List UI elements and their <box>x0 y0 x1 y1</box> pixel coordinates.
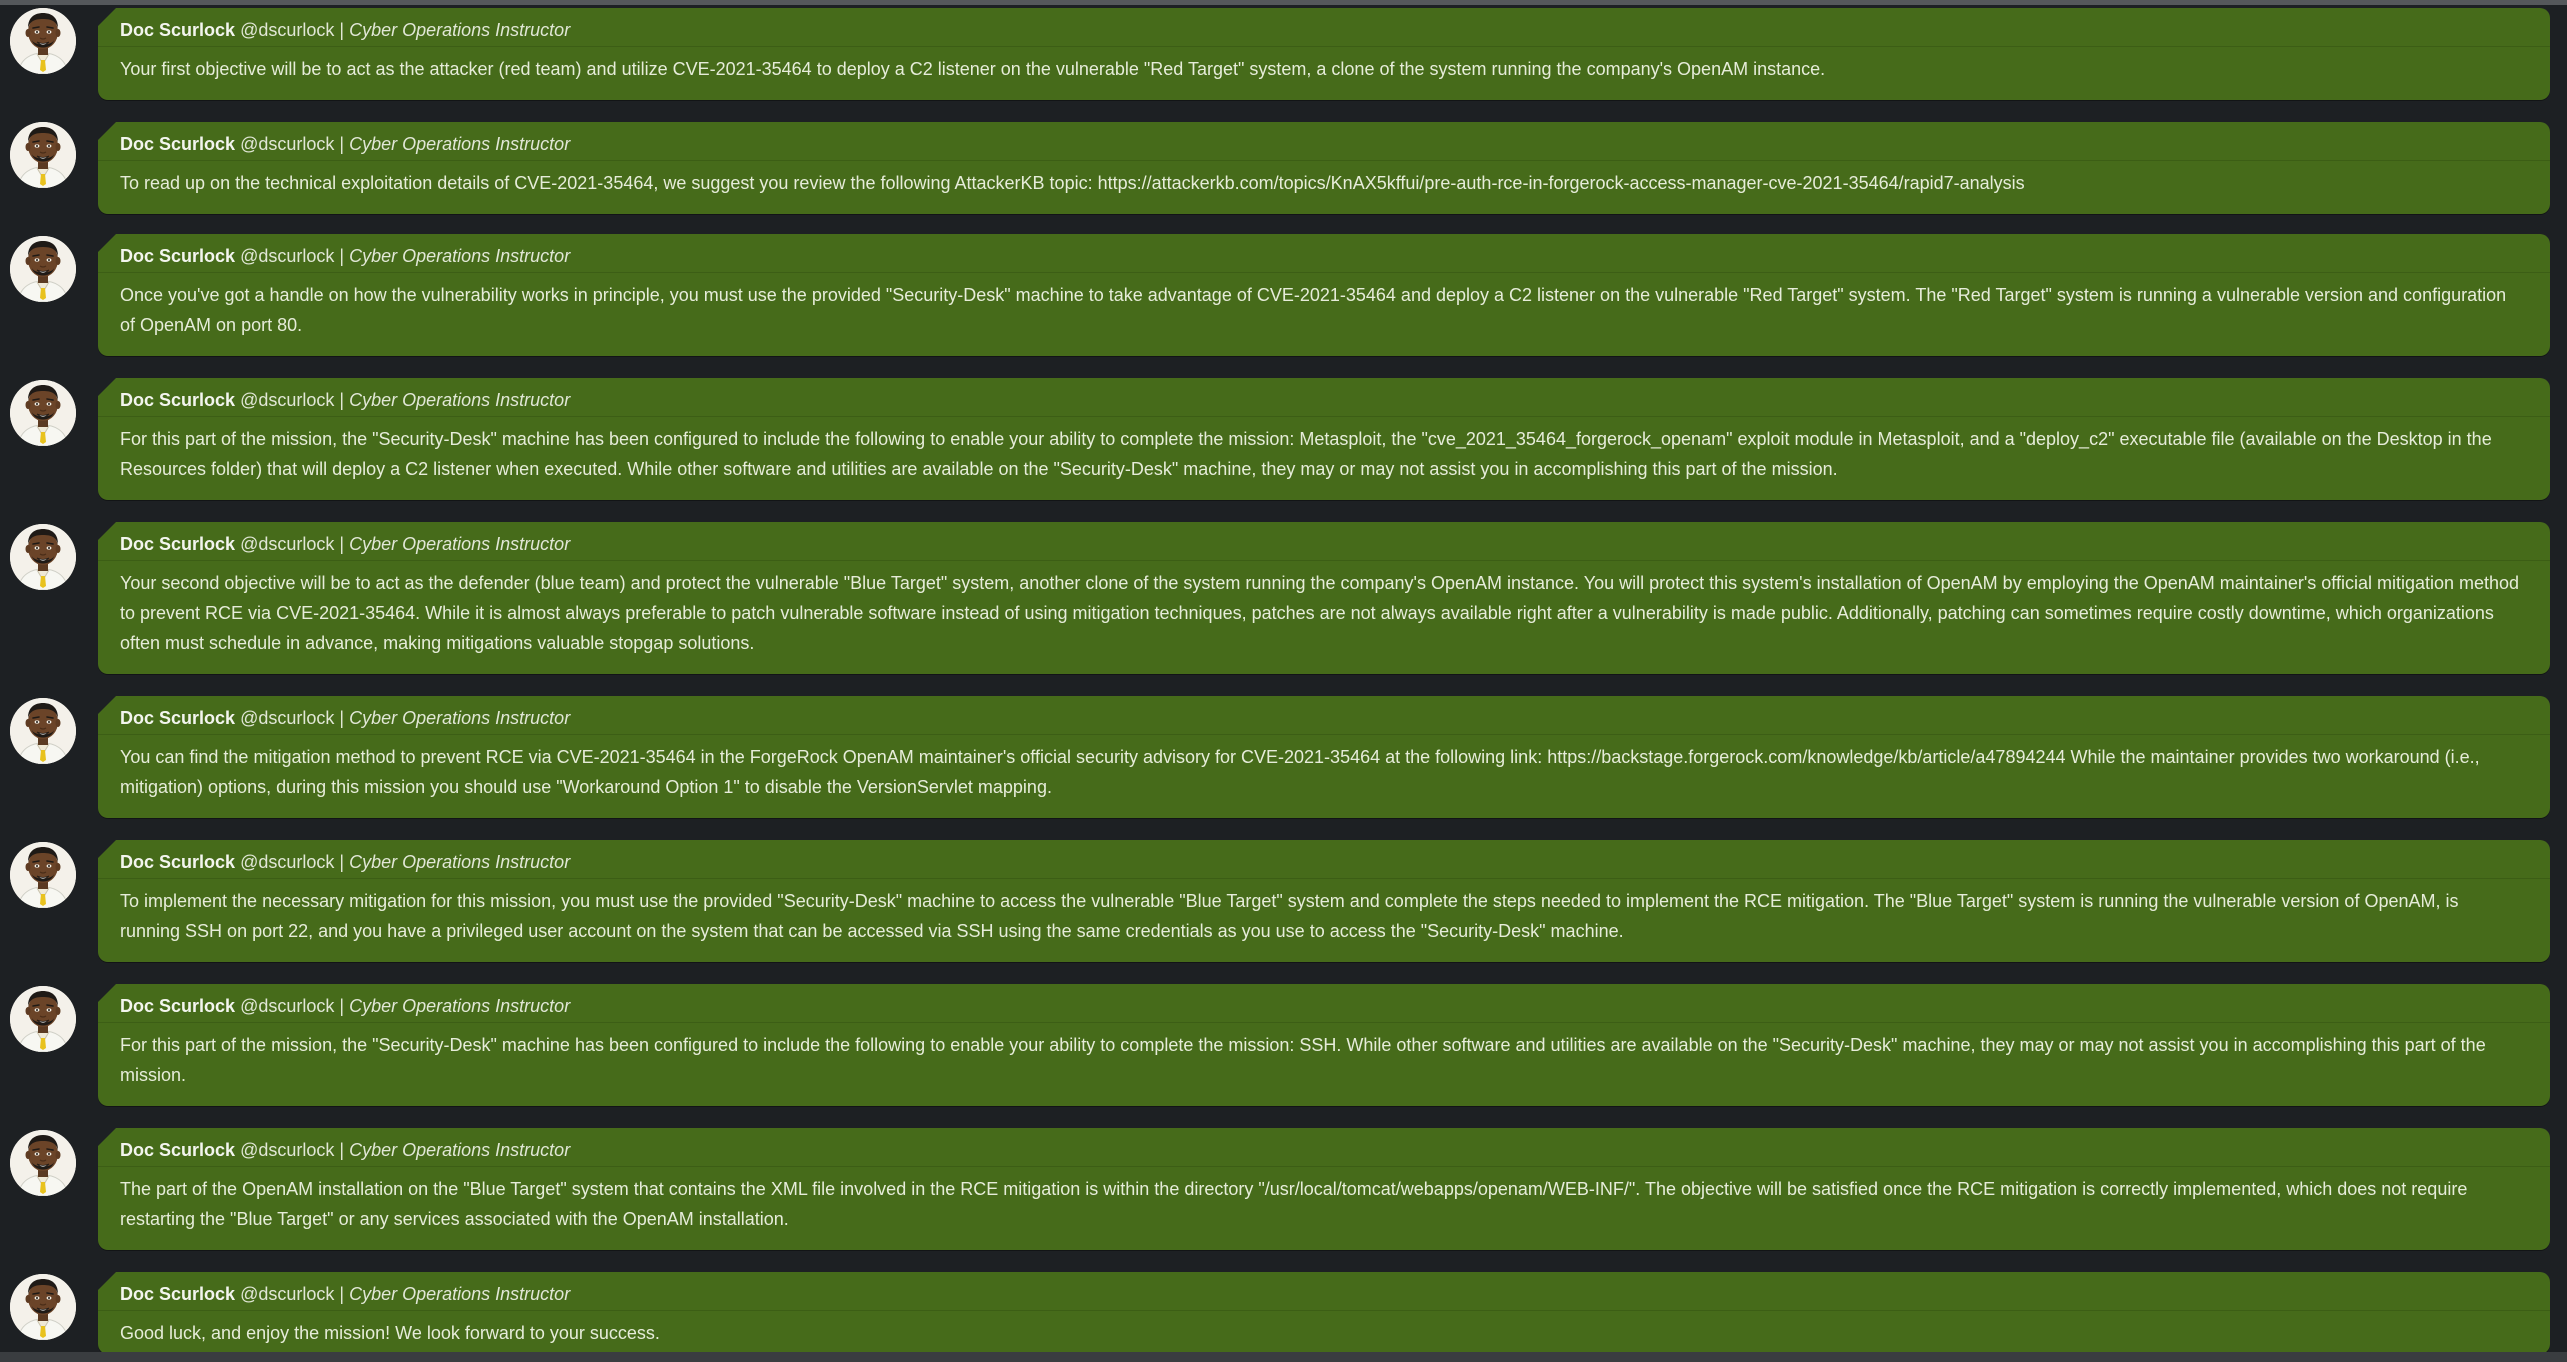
message-text: To read up on the technical exploitation… <box>120 173 2025 193</box>
message-bubble: Doc Scurlock @dscurlock | Cyber Operatio… <box>98 522 2550 674</box>
author-role: Cyber Operations Instructor <box>349 390 571 410</box>
header-separator: | <box>339 1284 345 1304</box>
header-divider <box>98 46 2550 47</box>
message-text: You can find the mitigation method to pr… <box>120 747 2480 797</box>
avatar[interactable] <box>10 380 76 446</box>
message-header: Doc Scurlock @dscurlock | Cyber Operatio… <box>120 388 570 412</box>
header-separator: | <box>339 534 345 554</box>
message-text: To implement the necessary mitigation fo… <box>120 891 2459 941</box>
author-handle[interactable]: @dscurlock <box>240 20 334 40</box>
message-header: Doc Scurlock @dscurlock | Cyber Operatio… <box>120 1138 570 1162</box>
author-handle[interactable]: @dscurlock <box>240 1284 334 1304</box>
author-role: Cyber Operations Instructor <box>349 246 571 266</box>
author-name[interactable]: Doc Scurlock <box>120 996 235 1016</box>
header-separator: | <box>339 20 345 40</box>
header-divider <box>98 734 2550 735</box>
avatar[interactable] <box>10 1130 76 1196</box>
message-bubble: Doc Scurlock @dscurlock | Cyber Operatio… <box>98 840 2550 962</box>
author-name[interactable]: Doc Scurlock <box>120 20 235 40</box>
avatar[interactable] <box>10 842 76 908</box>
author-name[interactable]: Doc Scurlock <box>120 852 235 872</box>
author-role: Cyber Operations Instructor <box>349 996 571 1016</box>
chat-feed[interactable]: Doc Scurlock @dscurlock | Cyber Operatio… <box>0 0 2567 1362</box>
message-header: Doc Scurlock @dscurlock | Cyber Operatio… <box>120 244 570 268</box>
author-role: Cyber Operations Instructor <box>349 134 571 154</box>
message-text: The part of the OpenAM installation on t… <box>120 1179 2468 1229</box>
message-text: Your second objective will be to act as … <box>120 573 2520 653</box>
message-bubble: Doc Scurlock @dscurlock | Cyber Operatio… <box>98 234 2550 356</box>
message-text: For this part of the mission, the "Secur… <box>120 429 2492 479</box>
header-separator: | <box>339 134 345 154</box>
author-role: Cyber Operations Instructor <box>349 20 571 40</box>
header-separator: | <box>339 852 345 872</box>
author-handle[interactable]: @dscurlock <box>240 708 334 728</box>
header-separator: | <box>339 390 345 410</box>
header-divider <box>98 1022 2550 1023</box>
message-text: For this part of the mission, the "Secur… <box>120 1035 2486 1085</box>
header-separator: | <box>339 246 345 266</box>
author-name[interactable]: Doc Scurlock <box>120 1140 235 1160</box>
author-handle[interactable]: @dscurlock <box>240 246 334 266</box>
message-text: Once you've got a handle on how the vuln… <box>120 285 2507 335</box>
author-name[interactable]: Doc Scurlock <box>120 246 235 266</box>
avatar[interactable] <box>10 698 76 764</box>
message-header: Doc Scurlock @dscurlock | Cyber Operatio… <box>120 132 570 156</box>
header-divider <box>98 1166 2550 1167</box>
header-separator: | <box>339 996 345 1016</box>
message-text: Good luck, and enjoy the mission! We loo… <box>120 1323 660 1343</box>
message-header: Doc Scurlock @dscurlock | Cyber Operatio… <box>120 18 570 42</box>
author-name[interactable]: Doc Scurlock <box>120 1284 235 1304</box>
header-divider <box>98 416 2550 417</box>
header-divider <box>98 272 2550 273</box>
author-handle[interactable]: @dscurlock <box>240 134 334 154</box>
avatar[interactable] <box>10 986 76 1052</box>
message-header: Doc Scurlock @dscurlock | Cyber Operatio… <box>120 850 570 874</box>
message-header: Doc Scurlock @dscurlock | Cyber Operatio… <box>120 532 570 556</box>
message-bubble: Doc Scurlock @dscurlock | Cyber Operatio… <box>98 1128 2550 1250</box>
avatar[interactable] <box>10 524 76 590</box>
message-bubble: Doc Scurlock @dscurlock | Cyber Operatio… <box>98 984 2550 1106</box>
author-handle[interactable]: @dscurlock <box>240 1140 334 1160</box>
author-name[interactable]: Doc Scurlock <box>120 134 235 154</box>
author-role: Cyber Operations Instructor <box>349 852 571 872</box>
message-header: Doc Scurlock @dscurlock | Cyber Operatio… <box>120 994 570 1018</box>
author-handle[interactable]: @dscurlock <box>240 390 334 410</box>
message-bubble: Doc Scurlock @dscurlock | Cyber Operatio… <box>98 1272 2550 1354</box>
author-name[interactable]: Doc Scurlock <box>120 708 235 728</box>
avatar[interactable] <box>10 8 76 74</box>
header-divider <box>98 1310 2550 1311</box>
author-role: Cyber Operations Instructor <box>349 708 571 728</box>
message-header: Doc Scurlock @dscurlock | Cyber Operatio… <box>120 706 570 730</box>
author-role: Cyber Operations Instructor <box>349 1140 571 1160</box>
author-name[interactable]: Doc Scurlock <box>120 534 235 554</box>
author-role: Cyber Operations Instructor <box>349 534 571 554</box>
header-separator: | <box>339 1140 345 1160</box>
message-header: Doc Scurlock @dscurlock | Cyber Operatio… <box>120 1282 570 1306</box>
header-divider <box>98 560 2550 561</box>
author-handle[interactable]: @dscurlock <box>240 852 334 872</box>
header-divider <box>98 878 2550 879</box>
author-handle[interactable]: @dscurlock <box>240 534 334 554</box>
message-bubble: Doc Scurlock @dscurlock | Cyber Operatio… <box>98 696 2550 818</box>
avatar[interactable] <box>10 1274 76 1340</box>
avatar[interactable] <box>10 236 76 302</box>
header-separator: | <box>339 708 345 728</box>
author-role: Cyber Operations Instructor <box>349 1284 571 1304</box>
avatar[interactable] <box>10 122 76 188</box>
message-bubble: Doc Scurlock @dscurlock | Cyber Operatio… <box>98 122 2550 214</box>
author-name[interactable]: Doc Scurlock <box>120 390 235 410</box>
message-bubble: Doc Scurlock @dscurlock | Cyber Operatio… <box>98 8 2550 100</box>
message-bubble: Doc Scurlock @dscurlock | Cyber Operatio… <box>98 378 2550 500</box>
bottom-border <box>0 1352 2567 1362</box>
message-text: Your first objective will be to act as t… <box>120 59 1826 79</box>
header-divider <box>98 160 2550 161</box>
author-handle[interactable]: @dscurlock <box>240 996 334 1016</box>
